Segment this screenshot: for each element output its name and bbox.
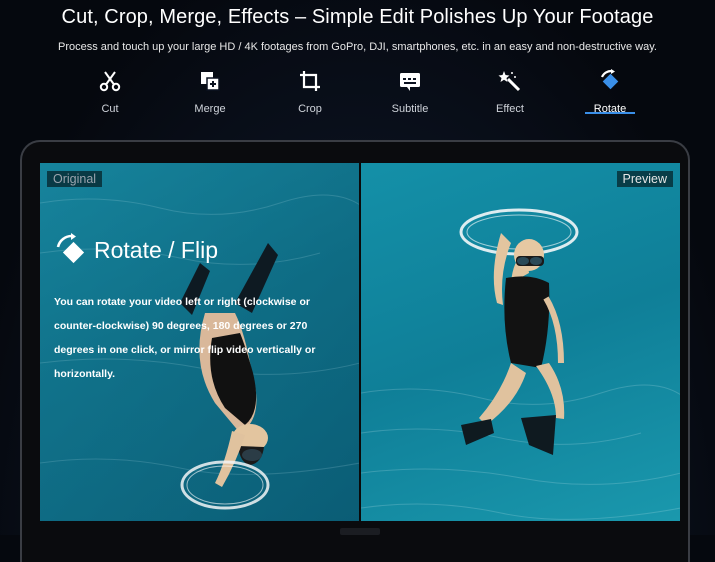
tab-merge[interactable]: Merge: [160, 67, 260, 117]
tab-label: Crop: [298, 103, 322, 115]
subtitle-icon: [400, 73, 420, 91]
active-tab-indicator: [585, 112, 635, 114]
page-subtitle: Process and touch up your large HD / 4K …: [58, 41, 657, 53]
tab-subtitle[interactable]: Subtitle: [360, 67, 460, 117]
original-label: Original: [47, 171, 103, 187]
tab-label: Cut: [101, 103, 119, 115]
tab-label: Merge: [194, 103, 226, 115]
preview-label: Preview: [616, 171, 673, 187]
rotate-heading: Rotate / Flip: [54, 233, 218, 267]
laptop-hinge: [340, 528, 380, 535]
rotate-icon: [600, 69, 619, 90]
scissors-icon: [99, 71, 121, 92]
tab-cut[interactable]: Cut: [60, 67, 160, 117]
feature-tabs: Cut Merge Crop Subtitle Effect Rotate: [60, 67, 660, 119]
preview-pane: Preview: [361, 163, 680, 521]
original-pane: Original Rotate / Flip You can rotate yo…: [40, 163, 359, 521]
tab-label: Effect: [496, 103, 524, 115]
tab-label: Subtitle: [391, 103, 429, 115]
tab-crop[interactable]: Crop: [260, 67, 360, 117]
tab-effect[interactable]: Effect: [460, 67, 560, 117]
rotate-heading-text: Rotate / Flip: [94, 236, 218, 263]
merge-icon: [201, 72, 220, 91]
crop-icon: [300, 71, 320, 91]
rotate-flip-icon: [56, 233, 85, 264]
rotate-description: You can rotate your video left or right …: [54, 296, 316, 380]
tab-rotate[interactable]: Rotate: [560, 67, 660, 117]
comparison-screen: Original Rotate / Flip You can rotate yo…: [40, 163, 680, 521]
page-title: Cut, Crop, Merge, Effects – Simple Edit …: [61, 6, 654, 28]
diver-image-preview: [361, 208, 680, 520]
magic-wand-icon: [498, 71, 521, 92]
